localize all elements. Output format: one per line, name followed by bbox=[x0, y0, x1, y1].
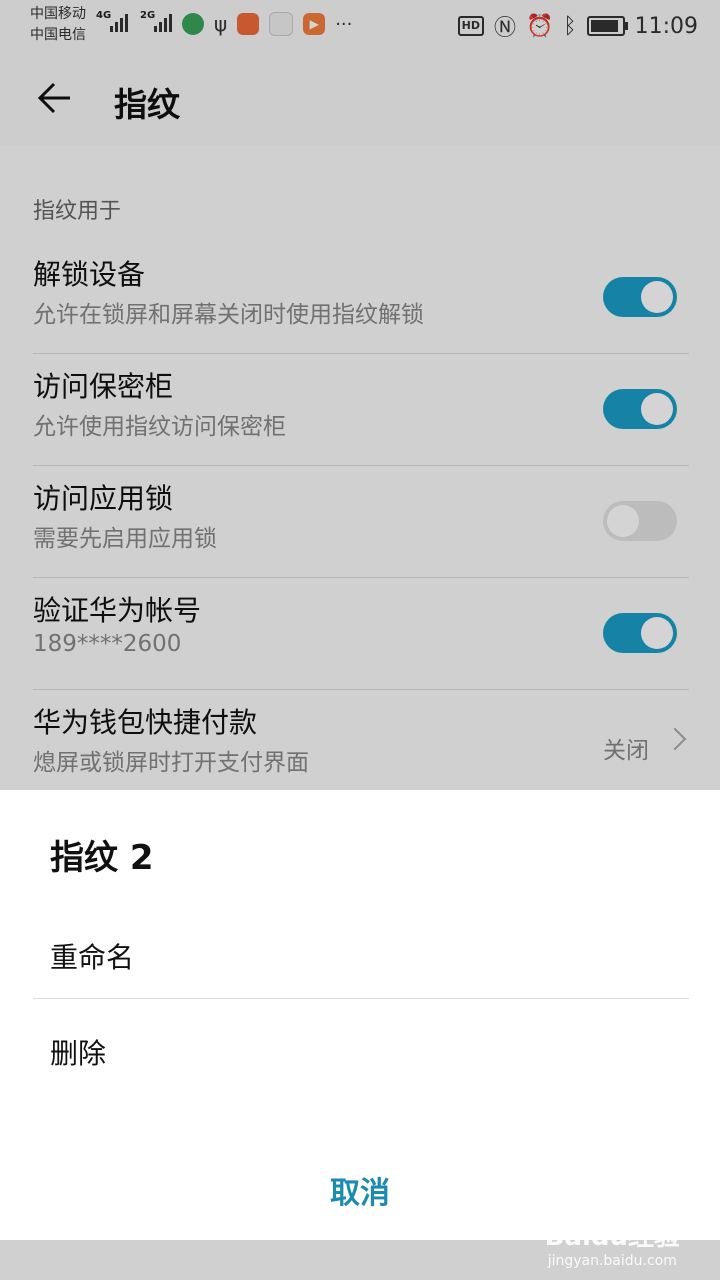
watermark-brand: Baidu经验 bbox=[544, 1222, 680, 1252]
baidu-watermark: Baidu经验 jingyan.baidu.com bbox=[545, 1216, 680, 1269]
divider bbox=[33, 998, 689, 999]
watermark-url: jingyan.baidu.com bbox=[547, 1253, 677, 1269]
sheet-title: 指纹 2 bbox=[50, 838, 154, 878]
rename-option[interactable]: 重命名 bbox=[50, 936, 134, 976]
cancel-button[interactable]: 取消 bbox=[0, 1168, 720, 1212]
fingerprint-options-sheet: 指纹 2 重命名 删除 取消 bbox=[0, 790, 720, 1240]
delete-option[interactable]: 删除 bbox=[50, 1032, 106, 1072]
